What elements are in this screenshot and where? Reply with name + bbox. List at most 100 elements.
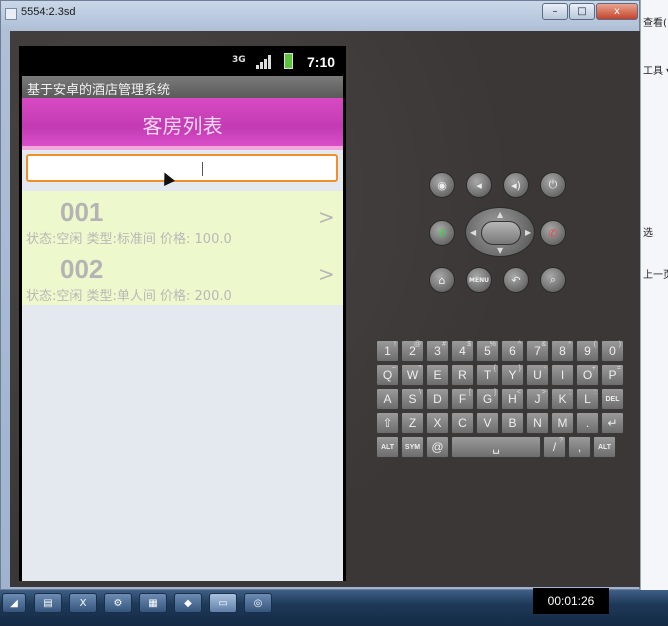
key-row4-2[interactable]: X [426,412,449,434]
key-row4-1[interactable]: Z [401,412,424,434]
taskbar-app-emulator-icon[interactable]: ▭ [209,593,237,613]
key-sublabel: $ [467,341,471,348]
key-label: SYM [404,443,421,451]
dpad-down-icon[interactable]: ▼ [497,246,503,255]
list-item-room-001[interactable]: 001 状态:空闲 类型:标准间 价格: 100.0 > [22,191,343,248]
key-row5-3[interactable]: ␣ [451,436,541,458]
key-row1-7[interactable]: 8 * [551,340,574,362]
key-row2-5[interactable]: Y} [501,364,524,386]
key-row1-0[interactable]: 1! [376,340,399,362]
taskbar-app-browser-icon[interactable]: ◎ [244,593,272,613]
dpad-left-icon[interactable]: ◀ [470,228,476,237]
home-icon[interactable]: ⌂ [429,267,455,293]
back-icon[interactable]: ↶ [503,267,529,293]
key-row5-6[interactable]: ALT [593,436,616,458]
key-row1-4[interactable]: 5% [476,340,499,362]
key-row2-2[interactable]: E [426,364,449,386]
key-row5-0[interactable]: ALT [376,436,399,458]
key-row4-6[interactable]: N [526,412,549,434]
key-row4-0[interactable]: ⇧ [376,412,399,434]
dpad-up-icon[interactable]: ▲ [497,210,503,219]
key-row3-4[interactable]: G] [476,388,499,410]
key-row1-3[interactable]: 4 $ [451,340,474,362]
window-titlebar[interactable]: 5554:2.3sd – □ x [1,1,641,31]
key-row3-0[interactable]: A [376,388,399,410]
key-label: K [558,392,567,406]
key-row2-3[interactable]: R [451,364,474,386]
maximize-button[interactable]: □ [569,3,595,20]
key-row5-1[interactable]: SYM [401,436,424,458]
key-row5-4[interactable]: /? [543,436,566,458]
key-row4-4[interactable]: V [476,412,499,434]
key-row2-4[interactable]: T{ [476,364,499,386]
key-row4-3[interactable]: C [451,412,474,434]
taskbar-app-document-icon[interactable]: ▦ [139,593,167,613]
key-sublabel: - [543,365,546,372]
key-sublabel: : [594,389,596,396]
close-button[interactable]: x [596,3,638,20]
key-label: 4 [459,344,466,358]
key-row3-5[interactable]: H < [501,388,524,410]
key-label: B [508,416,517,430]
key-sublabel: @ [413,341,421,348]
key-row2-9[interactable]: P = [601,364,624,386]
key-row3-3[interactable]: F[ [451,388,474,410]
taskbar-app-settings-icon[interactable]: ⚙ [104,593,132,613]
key-row4-7[interactable]: M [551,412,574,434]
chevron-right-icon: > [318,262,335,286]
taskbar-app-excel-icon[interactable]: X [69,593,97,613]
volume-up-icon[interactable]: ◂) [503,172,529,198]
key-sublabel: ( [593,341,596,348]
window-controls: – □ x [542,3,638,20]
minimize-button[interactable]: – [542,3,568,20]
key-row2-0[interactable]: Q ~ [376,364,399,386]
list-item-room-002[interactable]: 002 状态:空闲 类型:单人间 价格: 200.0 > [22,248,343,305]
call-icon[interactable]: ✆ [429,220,455,246]
end-call-icon[interactable]: ✆ [540,220,566,246]
key-row1-2[interactable]: 3 # [426,340,449,362]
key-row2-1[interactable]: W " [401,364,424,386]
key-row1-6[interactable]: 7 & [526,340,549,362]
key-row3-6[interactable]: J > [526,388,549,410]
camera-icon[interactable]: ◉ [429,172,455,198]
taskbar-app-files-icon[interactable]: ▤ [34,593,62,613]
dpad-center-button[interactable] [481,221,521,245]
power-icon[interactable]: ⏻ [540,172,566,198]
key-row3-2[interactable]: D [426,388,449,410]
side-text-select: 选 [643,228,653,239]
key-label: DEL [605,395,620,403]
key-row1-9[interactable]: 0) [601,340,624,362]
key-sublabel: > [541,389,546,396]
key-row5-2[interactable]: @ [426,436,449,458]
signal-icon [256,55,272,69]
key-row3-8[interactable]: L: [576,388,599,410]
key-row3-7[interactable]: K; [551,388,574,410]
dpad-right-icon[interactable]: ▶ [525,228,531,237]
key-row1-5[interactable]: 6 ^ [501,340,524,362]
key-sublabel: } [518,365,521,372]
key-sublabel: = [616,365,621,372]
volume-down-icon[interactable]: ◂ [466,172,492,198]
key-row1-8[interactable]: 9( [576,340,599,362]
key-sublabel: " [418,365,422,372]
key-label: E [433,368,442,382]
key-sublabel: & [541,341,546,348]
key-row1-1[interactable]: 2 @ [401,340,424,362]
search-input[interactable] [26,154,338,182]
key-row2-6[interactable]: U- [526,364,549,386]
taskbar-app-eclipse-icon[interactable]: ◆ [174,593,202,613]
menu-button[interactable]: MENU [466,267,492,293]
key-row4-5[interactable]: B [501,412,524,434]
key-row4-9[interactable]: ↵ [601,412,624,434]
key-row4-8[interactable]: . [576,412,599,434]
key-row2-8[interactable]: O + [576,364,599,386]
key-row2-7[interactable]: I [551,364,574,386]
key-row5-5[interactable]: , [568,436,591,458]
key-label: / [552,440,557,454]
key-row3-9[interactable]: DEL [601,388,624,410]
search-icon[interactable]: ⌕ [540,267,566,293]
dpad[interactable]: ▲ ▼ ◀ ▶ [465,207,535,257]
key-label: 3 [434,344,441,358]
start-button[interactable]: ◢ [2,593,26,613]
key-row3-1[interactable]: S \ [401,388,424,410]
